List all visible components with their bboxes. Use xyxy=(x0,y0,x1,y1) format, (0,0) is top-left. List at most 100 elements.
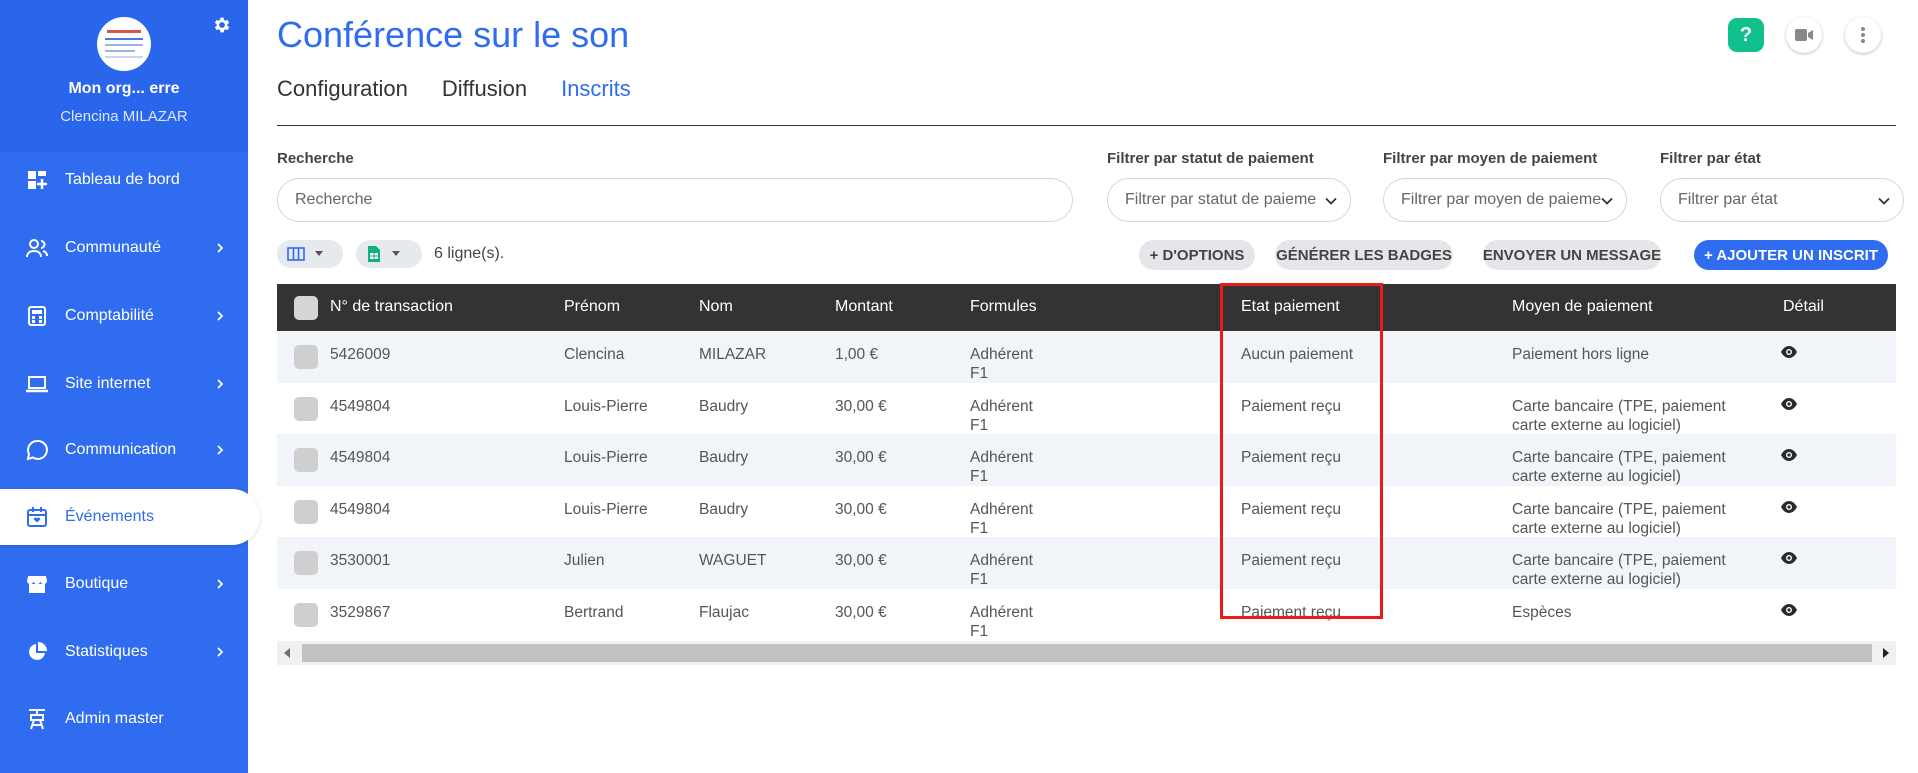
table-row[interactable]: 4549804 Louis-Pierre Baudry 30,00 € Adhé… xyxy=(277,434,1896,486)
column-header-prenom[interactable]: Prénom xyxy=(564,298,620,316)
cell-etat-paiement: Paiement reçu xyxy=(1241,449,1341,466)
status-filter-placeholder: Filtrer par statut de paieme xyxy=(1125,191,1317,208)
sidebar-item-admin-master[interactable]: Admin master xyxy=(0,691,248,747)
sidebar-item-website[interactable]: Site internet xyxy=(0,356,248,412)
scroll-right-arrow[interactable] xyxy=(1883,648,1889,658)
sidebar-item-label: Site internet xyxy=(65,375,151,392)
column-header-moyen-paiement[interactable]: Moyen de paiement xyxy=(1512,298,1653,316)
tab-configuration[interactable]: Configuration xyxy=(277,76,408,102)
scroll-left-arrow[interactable] xyxy=(284,648,290,658)
moyen-line-1: Espèces xyxy=(1512,603,1572,621)
column-header-formules[interactable]: Formules xyxy=(970,298,1037,316)
add-registrant-button[interactable]: + AJOUTER UN INSCRIT xyxy=(1694,240,1888,270)
column-header-etat-paiement[interactable]: Etat paiement xyxy=(1241,298,1340,316)
state-filter-select[interactable]: Filtrer par état xyxy=(1660,178,1904,222)
cell-formules: Adhérent F1 xyxy=(970,345,1033,383)
send-message-button[interactable]: ENVOYER UN MESSAGE xyxy=(1483,240,1661,270)
table-row[interactable]: 3530001 Julien WAGUET 30,00 € Adhérent F1… xyxy=(277,537,1896,589)
community-icon xyxy=(25,236,49,260)
eye-icon[interactable] xyxy=(1780,551,1798,565)
chevron-right-icon xyxy=(217,579,224,589)
row-checkbox[interactable] xyxy=(294,448,318,472)
formule-name: Adhérent xyxy=(970,397,1033,415)
formule-name: Adhérent xyxy=(970,449,1033,466)
eye-icon[interactable] xyxy=(1780,397,1798,411)
cell-nom: Baudry xyxy=(699,500,749,518)
eye-icon[interactable] xyxy=(1780,500,1798,514)
cell-prenom: Julien xyxy=(564,552,605,569)
sidebar-item-community[interactable]: Communauté xyxy=(0,220,248,276)
cell-etat-paiement: Paiement reçu xyxy=(1241,552,1341,569)
formule-name: Adhérent xyxy=(970,500,1033,518)
more-options-action-button[interactable]: + D'OPTIONS xyxy=(1139,240,1255,270)
moyen-line-1: Carte bancaire (TPE, paiement xyxy=(1512,500,1726,518)
generate-badges-button[interactable]: GÉNÉRER LES BADGES xyxy=(1275,240,1453,270)
table-row[interactable]: 5426009 Clencina MILAZAR 1,00 € Adhérent… xyxy=(277,331,1896,383)
gear-icon[interactable] xyxy=(212,15,232,35)
formule-name: Adhérent xyxy=(970,346,1033,363)
sidebar-item-communication[interactable]: Communication xyxy=(0,422,248,478)
cell-formules: Adhérent F1 xyxy=(970,397,1033,435)
calendar-icon xyxy=(25,505,49,529)
method-filter-select[interactable]: Filtrer par moyen de paieme xyxy=(1383,178,1627,222)
eye-icon[interactable] xyxy=(1780,345,1798,359)
help-icon: ? xyxy=(1739,23,1753,46)
columns-toggle-button[interactable] xyxy=(277,240,343,268)
sidebar-item-statistics[interactable]: Statistiques xyxy=(0,624,248,680)
row-count: 6 ligne(s). xyxy=(434,245,505,262)
sidebar-item-shop[interactable]: Boutique xyxy=(0,556,248,612)
horizontal-scrollbar[interactable] xyxy=(277,641,1896,665)
formule-code: F1 xyxy=(970,365,989,382)
formule-code: F1 xyxy=(970,519,989,537)
cell-formules: Adhérent F1 xyxy=(970,551,1033,589)
eye-icon[interactable] xyxy=(1780,603,1798,617)
row-checkbox[interactable] xyxy=(294,396,318,421)
tab-inscrits[interactable]: Inscrits xyxy=(561,76,631,102)
sidebar-item-label: Boutique xyxy=(65,575,129,592)
cell-prenom: Louis-Pierre xyxy=(564,449,648,466)
sidebar-item-dashboard[interactable]: Tableau de bord xyxy=(0,152,248,208)
row-checkbox[interactable] xyxy=(294,602,318,627)
table-row[interactable]: 4549804 Louis-Pierre Baudry 30,00 € Adhé… xyxy=(277,486,1896,538)
chevron-down-icon xyxy=(1325,197,1337,205)
cell-etat-paiement: Aucun paiement xyxy=(1241,346,1354,363)
cell-transaction: 3529867 xyxy=(330,603,391,621)
more-options-button[interactable] xyxy=(1845,17,1881,53)
sidebar-item-label: Communication xyxy=(65,441,177,458)
column-header-montant[interactable]: Montant xyxy=(835,298,893,316)
laptop-icon xyxy=(25,372,49,396)
eye-icon[interactable] xyxy=(1780,448,1798,462)
video-button[interactable] xyxy=(1786,17,1822,53)
search-input[interactable]: Recherche xyxy=(277,178,1073,222)
header-divider xyxy=(277,125,1896,126)
cell-etat-paiement: Paiement reçu xyxy=(1241,603,1341,621)
formule-name: Adhérent xyxy=(970,552,1033,569)
cell-transaction: 4549804 xyxy=(330,500,391,518)
cell-nom: Baudry xyxy=(699,397,749,415)
cell-moyen-paiement: Espèces xyxy=(1512,603,1571,622)
tab-diffusion[interactable]: Diffusion xyxy=(442,76,527,102)
column-header-detail[interactable]: Détail xyxy=(1783,298,1824,316)
chevron-down-icon xyxy=(1878,197,1890,205)
help-button[interactable]: ? xyxy=(1728,18,1764,52)
column-header-transaction[interactable]: N° de transaction xyxy=(330,298,453,316)
status-filter-select[interactable]: Filtrer par statut de paieme xyxy=(1107,178,1351,222)
row-checkbox[interactable] xyxy=(294,499,318,524)
org-header: Mon org... erre Clencina MILAZAR xyxy=(0,0,248,152)
user-name: Clencina MILAZAR xyxy=(60,108,188,125)
table-row[interactable]: 3529867 Bertrand Flaujac 30,00 € Adhéren… xyxy=(277,589,1896,641)
row-checkbox[interactable] xyxy=(294,551,318,575)
cell-montant: 30,00 € xyxy=(835,397,887,415)
scrollbar-thumb[interactable] xyxy=(302,644,1872,662)
sidebar-item-label: Tableau de bord xyxy=(65,171,180,188)
column-header-nom[interactable]: Nom xyxy=(699,298,733,316)
table-row[interactable]: 4549804 Louis-Pierre Baudry 30,00 € Adhé… xyxy=(277,383,1896,435)
sidebar-item-events[interactable]: Événements xyxy=(0,489,260,545)
org-avatar[interactable] xyxy=(97,17,151,71)
chevron-right-icon xyxy=(217,311,224,321)
row-checkbox[interactable] xyxy=(294,345,318,369)
export-button[interactable] xyxy=(356,240,422,268)
chevron-right-icon xyxy=(217,243,224,253)
sidebar-item-accounting[interactable]: Comptabilité xyxy=(0,288,248,344)
select-all-checkbox[interactable] xyxy=(294,296,318,320)
